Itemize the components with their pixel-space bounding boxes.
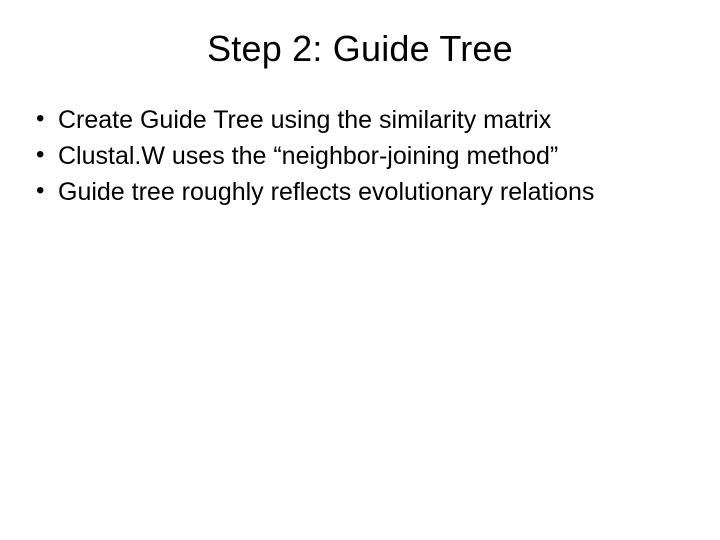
list-item: Create Guide Tree using the similarity m… (36, 104, 692, 136)
list-item: Clustal.W uses the “neighbor-joining met… (36, 140, 692, 172)
list-item: Guide tree roughly reflects evolutionary… (36, 176, 692, 208)
slide-title: Step 2: Guide Tree (28, 28, 692, 70)
slide: Step 2: Guide Tree Create Guide Tree usi… (0, 0, 720, 540)
bullet-list: Create Guide Tree using the similarity m… (28, 104, 692, 208)
